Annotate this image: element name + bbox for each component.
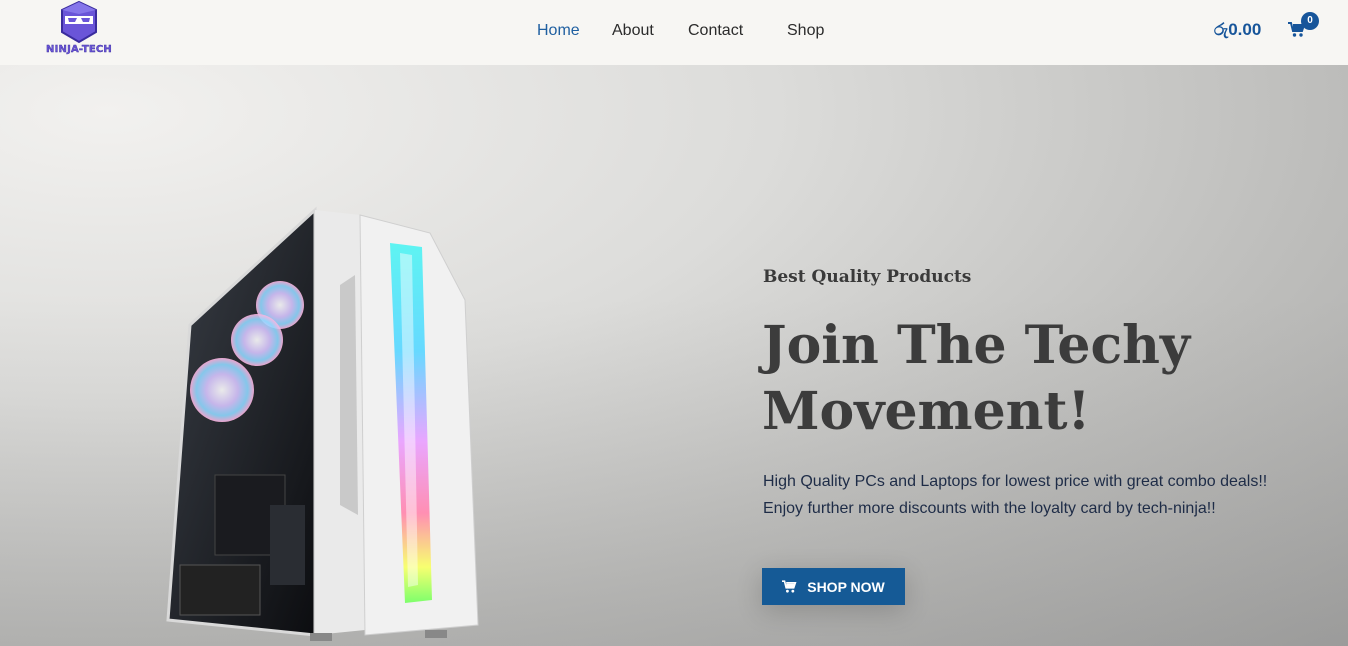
site-header: NINJA-TECH Home About Contact Shop රු0.0… <box>0 0 1348 65</box>
hero-description: High Quality PCs and Laptops for lowest … <box>763 473 1268 517</box>
nav-about[interactable]: About <box>612 22 654 40</box>
nav-contact[interactable]: Contact <box>688 22 743 40</box>
cart-count-badge: 0 <box>1301 12 1319 30</box>
nav-home[interactable]: Home <box>537 22 580 40</box>
shop-now-label: SHOP NOW <box>807 578 885 595</box>
nav-shop[interactable]: Shop <box>787 22 824 40</box>
cart-icon <box>782 579 797 593</box>
logo-text: NINJA-TECH <box>46 44 112 55</box>
brand-logo[interactable]: NINJA-TECH <box>38 0 120 60</box>
hero-subtitle: Best Quality Products <box>763 267 972 287</box>
hero-section: Best Quality Products Join The Techy Mov… <box>0 65 1348 646</box>
cart-total[interactable]: රු0.00 <box>1214 20 1261 40</box>
pc-case-image <box>166 206 479 641</box>
hero-title: Join The Techy Movement! <box>762 315 1191 442</box>
ninja-logo-icon <box>61 0 97 44</box>
shop-now-button[interactable]: SHOP NOW <box>762 568 905 605</box>
